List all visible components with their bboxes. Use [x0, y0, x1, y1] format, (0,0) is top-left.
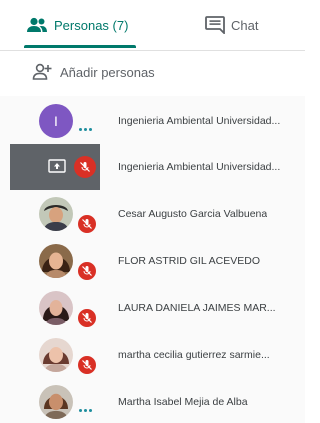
- avatar: [39, 197, 73, 231]
- participant-name: LAURA DANIELA JAIMES MAR...: [118, 302, 276, 314]
- participant-row[interactable]: Martha Isabel Mejia de Alba: [0, 379, 305, 423]
- participant-name: Ingenieria Ambiental Universidad...: [118, 115, 281, 127]
- add-people-button[interactable]: Añadir personas: [0, 51, 305, 93]
- avatar: [39, 291, 73, 325]
- participant-row[interactable]: Cesar Augusto Garcia Valbuena: [0, 191, 305, 237]
- avatar: [39, 338, 73, 372]
- participant-row[interactable]: FLOR ASTRID GIL ACEVEDO: [0, 238, 305, 284]
- chat-icon: [205, 16, 225, 34]
- participant-row[interactable]: martha cecilia gutierrez sarmie...: [0, 332, 305, 378]
- audio-dots-icon: [79, 128, 92, 131]
- panel-tabs: Personas (7) Chat: [0, 0, 305, 51]
- tab-people-label: Personas (7): [54, 17, 129, 33]
- participant-list: I Ingenieria Ambiental Universidad... In…: [0, 96, 305, 423]
- muted-icon: [76, 213, 98, 235]
- muted-icon: [74, 156, 96, 178]
- avatar: [39, 385, 73, 419]
- audio-dots-icon: [79, 409, 92, 412]
- avatar: [39, 244, 73, 278]
- people-icon: [27, 17, 47, 32]
- add-people-label: Añadir personas: [60, 64, 155, 80]
- muted-icon: [76, 354, 98, 376]
- participant-name: martha cecilia gutierrez sarmie...: [118, 349, 270, 361]
- tab-chat[interactable]: Chat: [205, 0, 258, 50]
- present-screen-icon: [48, 159, 66, 173]
- participant-name: Martha Isabel Mejia de Alba: [118, 396, 248, 408]
- participant-row[interactable]: I Ingenieria Ambiental Universidad...: [0, 98, 305, 144]
- participant-name: Cesar Augusto Garcia Valbuena: [118, 208, 268, 220]
- muted-icon: [76, 260, 98, 282]
- tab-chat-label: Chat: [231, 17, 259, 33]
- tab-people[interactable]: Personas (7): [26, 0, 128, 50]
- active-tab-indicator: [24, 45, 136, 48]
- participant-row[interactable]: Ingenieria Ambiental Universidad...: [0, 144, 305, 190]
- add-person-icon: [32, 63, 52, 80]
- participant-row[interactable]: LAURA DANIELA JAIMES MAR...: [0, 285, 305, 331]
- avatar: I: [39, 104, 73, 138]
- participant-name: FLOR ASTRID GIL ACEVEDO: [118, 255, 260, 267]
- participant-name: Ingenieria Ambiental Universidad...: [118, 161, 281, 173]
- muted-icon: [76, 307, 98, 329]
